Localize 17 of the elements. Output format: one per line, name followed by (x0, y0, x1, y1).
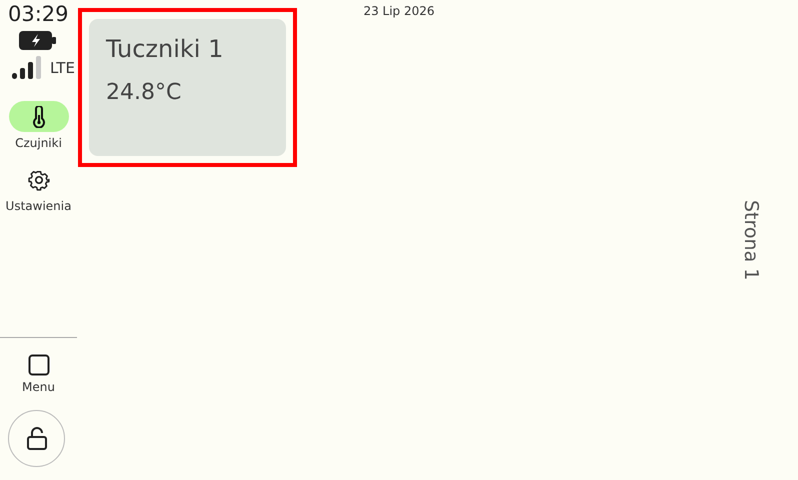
menu-button[interactable]: Menu (0, 354, 77, 396)
sensor-tile[interactable]: Tuczniki 1 24.8°C (89, 19, 286, 156)
temperature-reading: 24.8°C (106, 78, 182, 107)
thermometer-icon (32, 106, 46, 128)
settings-nav-item[interactable]: Ustawienia (0, 164, 77, 215)
unlock-icon (26, 427, 46, 450)
square-icon (28, 354, 50, 376)
clock-time: 03:29 (8, 4, 70, 25)
date-label: 23 Lip 2026 (363, 4, 435, 18)
page-label: Strona 1 (739, 200, 763, 280)
signal-icon (12, 56, 42, 79)
lock-button[interactable] (8, 410, 65, 467)
battery-charging-icon (19, 31, 56, 50)
sensor-name: Tuczniki 1 (106, 35, 224, 64)
network-label: LTE (50, 58, 75, 78)
settings-icon (28, 168, 50, 190)
sensors-nav-item[interactable]: Czujniki (0, 101, 77, 152)
